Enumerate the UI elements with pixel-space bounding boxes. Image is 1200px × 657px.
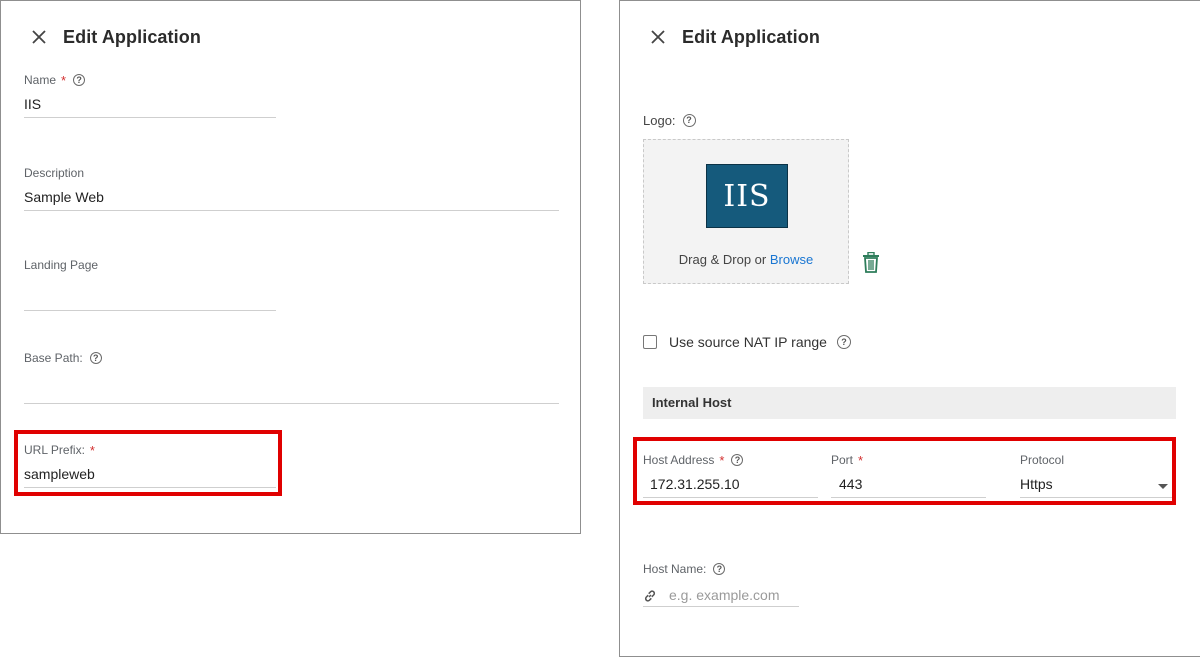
drop-text: Drag & Drop or	[678, 252, 770, 267]
logo-image: IIS	[706, 164, 788, 228]
name-field: Name * ? IIS	[24, 72, 276, 118]
panel-header: Edit Application	[29, 23, 201, 51]
url-prefix-label: URL Prefix:	[24, 443, 85, 457]
host-name-label: Host Name:	[643, 562, 707, 576]
panel-header: Edit Application	[648, 23, 820, 51]
edit-application-panel-right: Edit Application Logo: ? IIS Drag & Drop…	[619, 0, 1200, 657]
port-input[interactable]: 443	[831, 474, 986, 498]
landing-page-field: Landing Page	[24, 257, 276, 311]
landing-page-input[interactable]	[24, 287, 276, 311]
host-name-placeholder: e.g. example.com	[669, 586, 780, 603]
protocol-field: Protocol Https	[1020, 452, 1172, 498]
help-icon[interactable]: ?	[836, 335, 851, 349]
protocol-value: Https	[1020, 476, 1053, 492]
description-input[interactable]: Sample Web	[24, 187, 559, 211]
nat-row: Use source NAT IP range ?	[643, 334, 851, 350]
required-mark: *	[61, 72, 67, 88]
base-path-label: Base Path:	[24, 351, 83, 365]
page-title: Edit Application	[682, 26, 820, 47]
host-name-input[interactable]: e.g. example.com	[643, 583, 799, 607]
chevron-down-icon	[1158, 484, 1168, 489]
logo-dropzone[interactable]: IIS Drag & Drop or Browse	[643, 139, 849, 284]
help-icon[interactable]: ?	[731, 454, 744, 466]
name-label: Name	[24, 73, 57, 87]
landing-page-label: Landing Page	[24, 258, 99, 272]
nat-label: Use source NAT IP range	[669, 334, 827, 350]
help-icon[interactable]: ?	[73, 74, 86, 86]
url-prefix-input[interactable]: sampleweb	[24, 464, 276, 488]
edit-application-panel-left: Edit Application Name * ? IIS Descriptio…	[0, 0, 581, 534]
host-name-field: Host Name: ? e.g. example.com	[643, 561, 799, 607]
logo-label-row: Logo: ?	[643, 112, 696, 128]
description-field: Description Sample Web	[24, 165, 559, 211]
protocol-label: Protocol	[1020, 453, 1065, 467]
port-field: Port * 443	[831, 452, 986, 498]
section-title: Internal Host	[643, 387, 1176, 419]
close-icon[interactable]	[648, 27, 668, 47]
dropzone-text: Drag & Drop or Browse	[644, 252, 848, 267]
url-prefix-field: URL Prefix: * sampleweb	[24, 442, 276, 488]
host-address-input[interactable]: 172.31.255.10	[643, 474, 818, 498]
required-mark: *	[89, 442, 95, 458]
trash-icon[interactable]	[862, 251, 880, 273]
required-mark: *	[858, 452, 864, 468]
base-path-field: Base Path: ?	[24, 350, 559, 404]
name-input[interactable]: IIS	[24, 94, 276, 118]
description-label: Description	[24, 166, 85, 180]
browse-link[interactable]: Browse	[770, 252, 813, 267]
protocol-select[interactable]: Https	[1020, 474, 1172, 498]
host-address-field: Host Address * ? 172.31.255.10	[643, 452, 818, 498]
help-icon[interactable]: ?	[682, 113, 696, 127]
base-path-input[interactable]	[24, 380, 559, 404]
help-icon[interactable]: ?	[713, 563, 726, 575]
port-label: Port	[831, 453, 854, 467]
host-address-label: Host Address	[643, 453, 715, 467]
page-title: Edit Application	[63, 26, 201, 47]
link-icon	[643, 588, 657, 602]
help-icon[interactable]: ?	[89, 352, 102, 364]
logo-label: Logo:	[643, 112, 676, 128]
required-mark: *	[719, 452, 725, 468]
close-icon[interactable]	[29, 27, 49, 47]
nat-checkbox[interactable]	[643, 335, 657, 349]
